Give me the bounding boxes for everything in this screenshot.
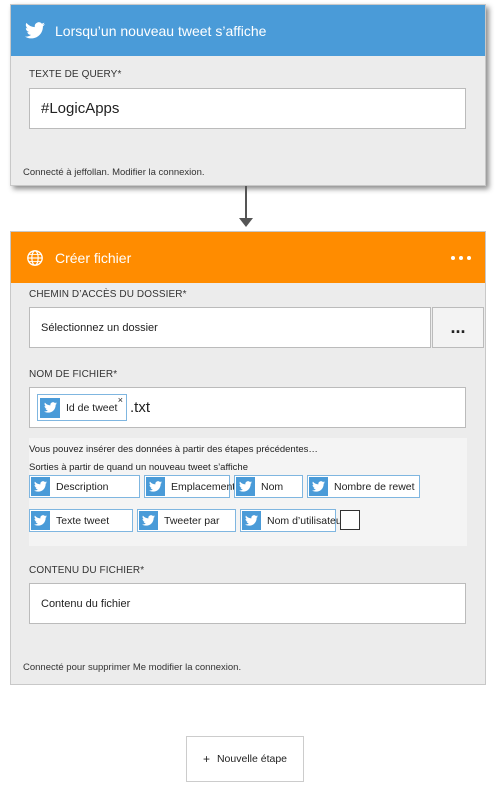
trigger-header[interactable]: Lorsqu’un nouveau tweet s’affiche [11,5,485,56]
content-input[interactable]: Contenu du fichier [29,583,466,624]
output-token-label: Texte tweet [56,514,110,527]
twitter-bird-icon [24,20,46,42]
twitter-bird-icon [242,511,261,530]
filename-token[interactable]: Id de tweet × [37,394,127,421]
action-connection-text[interactable]: Connecté pour supprimer Me modifier la c… [23,662,241,673]
action-card: Créer fichier CHEMIN D’ACCÈS DU DOSSIER*… [10,231,486,685]
query-value: #LogicApps [41,100,120,117]
twitter-bird-icon [146,477,165,496]
output-token[interactable]: Description [29,475,140,498]
query-input[interactable]: #LogicApps [29,88,466,129]
twitter-bird-icon [309,477,328,496]
trigger-card: Lorsqu’un nouveau tweet s’affiche TEXTE … [10,4,486,186]
output-token[interactable]: Nom d’utilisateur [240,509,345,532]
browse-folder-button[interactable]: ... [432,307,484,348]
twitter-bird-icon [236,477,255,496]
more-dots-icon[interactable] [451,255,471,260]
browse-label: ... [450,317,466,337]
content-label: CONTENU DU FICHIER* [29,565,145,576]
plus-icon: + [202,752,210,766]
folder-input[interactable]: Sélectionnez un dossier [29,307,431,348]
output-token-label: Emplacement [171,480,236,493]
trigger-title: Lorsqu’un nouveau tweet s’affiche [55,22,267,39]
twitter-bird-icon [40,397,60,418]
trigger-connection-text[interactable]: Connecté à jeffollan. Modifier la connex… [23,167,205,178]
connector-line [245,186,247,220]
new-step-button[interactable]: + Nouvelle étape [186,736,304,782]
expand-outputs-button[interactable] [340,510,360,530]
twitter-bird-icon [139,511,158,530]
close-icon[interactable]: × [118,396,123,405]
folder-label: CHEMIN D’ACCÈS DU DOSSIER* [29,289,187,300]
output-token-label: Description [56,480,109,493]
output-token[interactable]: Emplacement [144,475,235,498]
twitter-bird-icon [31,477,50,496]
output-token-label: Nombre de rewet [334,480,415,493]
connector-arrow-icon [239,218,253,227]
globe-icon [24,247,46,269]
output-token-label: Nom d’utilisateur [267,514,346,527]
dynamic-hint: Vous pouvez insérer des données à partir… [29,444,318,455]
output-token[interactable]: Nombre de rewet [307,475,420,498]
content-placeholder: Contenu du fichier [41,597,131,610]
action-header[interactable]: Créer fichier [11,232,485,283]
output-token-label: Nom [261,480,284,493]
twitter-bird-icon [31,511,50,530]
folder-placeholder: Sélectionnez un dossier [41,321,158,334]
query-label: TEXTE DE QUERY* [29,69,122,80]
output-token[interactable]: Texte tweet [29,509,133,532]
outputs-label: Sorties à partir de quand un nouveau twe… [29,462,248,473]
filename-token-label: Id de tweet [66,401,118,414]
filename-label: NOM DE FICHIER* [29,369,118,380]
output-token-label: Tweeter par [164,514,220,527]
new-step-label: Nouvelle étape [216,753,288,765]
output-token[interactable]: Nom [234,475,303,498]
filename-input[interactable]: Id de tweet × .txt [29,387,466,428]
action-title: Créer fichier [55,249,132,266]
output-token[interactable]: Tweeter par [137,509,236,532]
dynamic-content-panel: Vous pouvez insérer des données à partir… [29,438,467,546]
filename-suffix: .txt [130,399,151,416]
